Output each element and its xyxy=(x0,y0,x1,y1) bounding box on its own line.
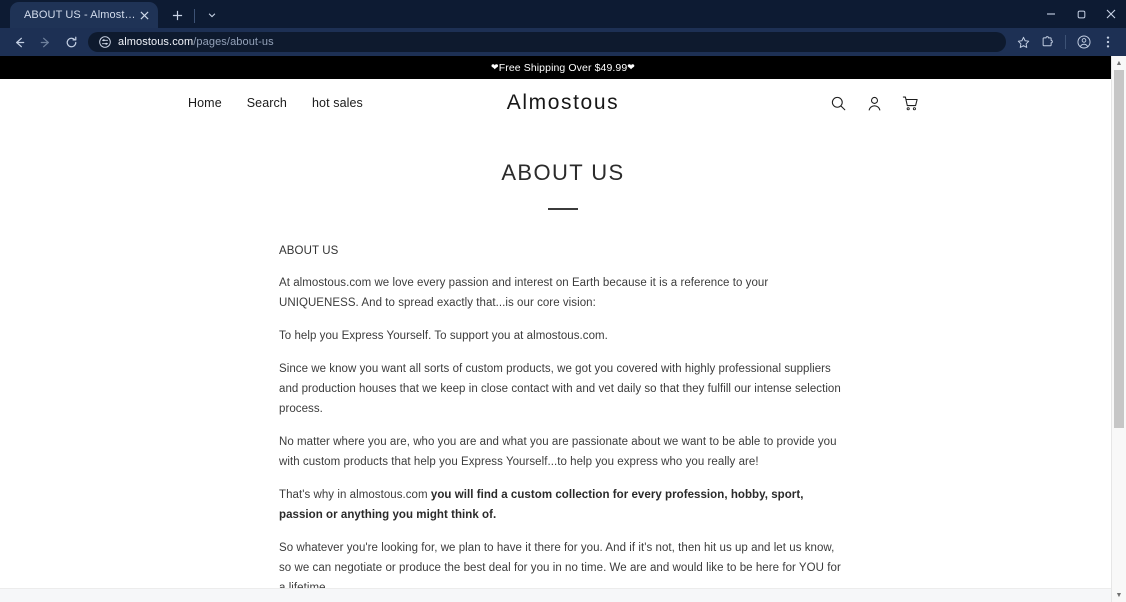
address-bar[interactable]: almostous.com/pages/about-us xyxy=(88,32,1006,52)
star-icon[interactable] xyxy=(1011,30,1035,54)
nav-item-home[interactable]: Home xyxy=(188,96,222,110)
minimize-icon[interactable] xyxy=(1036,0,1066,28)
puzzle-icon[interactable] xyxy=(1035,30,1059,54)
footer-band xyxy=(0,588,1126,602)
heart-icon-right: ❤ xyxy=(627,62,635,72)
paragraph-1: At almostous.com we love every passion a… xyxy=(279,277,769,309)
browser-toolbar: almostous.com/pages/about-us xyxy=(0,28,1126,56)
site-settings-icon[interactable] xyxy=(98,36,111,49)
url-domain: almostous.com xyxy=(118,36,194,48)
page-title-block: ABOUT US xyxy=(0,127,1126,210)
back-icon[interactable] xyxy=(6,30,32,54)
search-icon[interactable] xyxy=(829,94,848,113)
site-header: Home Search hot sales Almostous xyxy=(0,79,1126,127)
toolbar-separator xyxy=(1065,35,1066,49)
page-title: ABOUT US xyxy=(501,160,625,185)
window-controls xyxy=(1036,0,1126,28)
scroll-up-arrow-icon[interactable]: ▲ xyxy=(1112,56,1126,70)
nav-item-search[interactable]: Search xyxy=(247,96,287,110)
announcement-bar: ❤ Free Shipping Over $49.99 ❤ xyxy=(0,56,1126,79)
account-circle-icon[interactable] xyxy=(1072,30,1096,54)
paragraph-4: No matter where you are, who you are and… xyxy=(279,436,837,468)
forward-icon[interactable] xyxy=(32,30,58,54)
nav-item-hot-sales[interactable]: hot sales xyxy=(312,96,363,110)
main-nav: Home Search hot sales xyxy=(188,96,363,110)
reload-icon[interactable] xyxy=(58,30,84,54)
about-us-article: ABOUT US At almostous.com we love every … xyxy=(279,210,847,602)
tab-strip: ABOUT US - Almostous xyxy=(0,0,1126,28)
url-text: almostous.com/pages/about-us xyxy=(118,36,274,48)
url-path: /pages/about-us xyxy=(193,36,274,48)
account-icon[interactable] xyxy=(865,94,884,113)
cart-icon[interactable] xyxy=(901,94,920,113)
scrollbar-thumb[interactable] xyxy=(1114,70,1124,428)
announcement-text: Free Shipping Over $49.99 xyxy=(498,61,628,74)
tab-title: ABOUT US - Almostous xyxy=(24,9,136,21)
browser-window: ABOUT US - Almostous almostous.com/pages… xyxy=(0,0,1126,602)
header-icons xyxy=(829,94,1098,113)
paragraph-5-lead: That's why in almostous.com xyxy=(279,489,431,501)
browser-tab-active[interactable]: ABOUT US - Almostous xyxy=(10,2,158,28)
page-scrollbar[interactable]: ▲ ▼ xyxy=(1111,56,1126,602)
section-label: ABOUT US xyxy=(279,245,339,257)
close-window-icon[interactable] xyxy=(1096,0,1126,28)
maximize-icon[interactable] xyxy=(1066,0,1096,28)
page-viewport: ❤ Free Shipping Over $49.99 ❤ Home Search … xyxy=(0,56,1126,602)
paragraph-3: Since we know you want all sorts of cust… xyxy=(279,363,841,415)
tab-separator xyxy=(194,9,195,23)
chevron-down-icon[interactable] xyxy=(201,4,223,26)
three-dot-menu-icon[interactable] xyxy=(1096,30,1120,54)
close-icon[interactable] xyxy=(136,7,152,23)
paragraph-2: To help you Express Yourself. To support… xyxy=(279,330,608,342)
scroll-down-arrow-icon[interactable]: ▼ xyxy=(1112,588,1126,602)
new-tab-icon[interactable] xyxy=(166,4,188,26)
paragraph-5: That's why in almostous.com you will fin… xyxy=(279,485,847,525)
page-scroll-area: ❤ Free Shipping Over $49.99 ❤ Home Search … xyxy=(0,56,1126,602)
heart-icon-left: ❤ xyxy=(491,62,499,72)
